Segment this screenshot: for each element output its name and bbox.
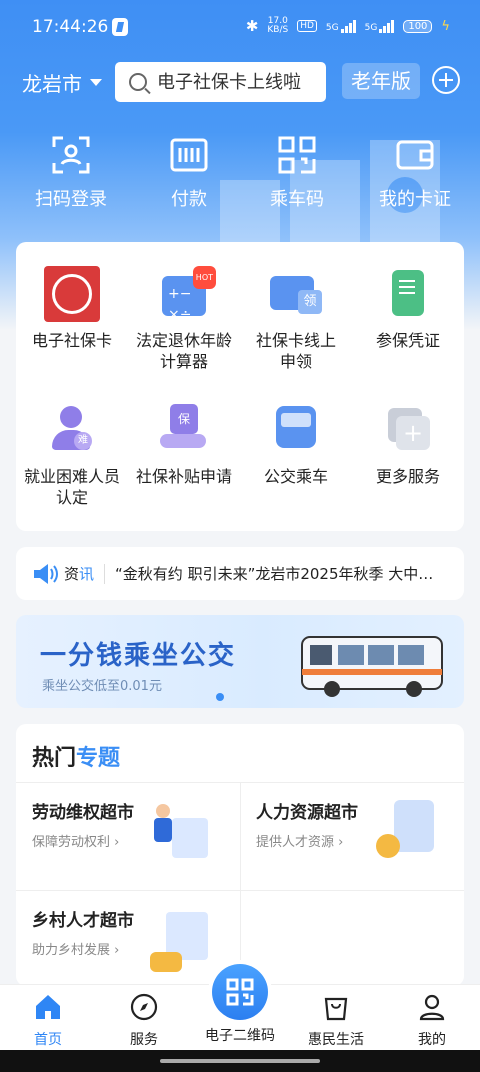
tab-services[interactable]: 服务	[96, 985, 192, 1051]
hand-card-icon: 保	[156, 402, 212, 458]
news-tag: 资讯	[64, 565, 95, 583]
topic-subtitle: 提供人才资源 ›	[256, 835, 344, 850]
service-label: 就业困难人员认定	[24, 467, 121, 507]
hd-voice-icon: HD	[297, 20, 317, 32]
service-label: 电子社保卡	[31, 331, 112, 350]
service-insurance-certificate[interactable]: 参保凭证	[352, 266, 464, 351]
compass-icon	[130, 993, 158, 1021]
topic-rural-talent[interactable]: 乡村人才超市 助力乡村发展 ›	[16, 890, 240, 986]
payment-icon	[170, 138, 208, 172]
rural-illustration-icon	[150, 908, 212, 976]
divider	[104, 563, 106, 584]
topic-labor-rights[interactable]: 劳动维权超市 保障劳动权利 ›	[16, 782, 240, 890]
charging-icon: ϟ	[441, 18, 450, 34]
hot-badge: HOT	[192, 266, 216, 289]
battery-icon: 100	[403, 19, 433, 33]
wallet-icon	[396, 140, 434, 170]
status-time: 17:44:26	[32, 17, 109, 37]
calculator-icon: +− ×÷ HOT	[156, 266, 216, 323]
notification-app-icon	[112, 18, 128, 36]
service-label: 社保补贴申请	[135, 467, 232, 486]
qr-scan-icon	[226, 978, 254, 1006]
services-card: 电子社保卡 +− ×÷ HOT 法定退休年龄计算器 领 社保卡线上申领 参保凭证 …	[16, 242, 464, 531]
search-box[interactable]	[115, 62, 326, 102]
service-label: 法定退休年龄计算器	[135, 331, 232, 371]
person-difficulty-icon: 难	[44, 402, 100, 458]
elder-mode-button[interactable]: 老年版	[342, 63, 420, 99]
certificate-icon	[380, 266, 436, 322]
top-bar: 龙岩市 老年版	[0, 62, 480, 102]
city-label: 龙岩市	[22, 72, 82, 96]
quick-label: 付款	[171, 189, 207, 210]
topic-subtitle: 保障劳动权利 ›	[32, 835, 120, 850]
service-label: 公交乘车	[263, 467, 328, 486]
news-ticker[interactable]: 资讯 “金秋有约 职引未来”龙岩市2025年秋季 大中…	[16, 547, 464, 600]
banner-subtitle: 乘坐公交低至0.01元	[42, 679, 162, 694]
topic-subtitle: 助力乡村发展 ›	[32, 943, 120, 958]
tab-home[interactable]: 首页	[0, 985, 96, 1051]
home-icon	[36, 995, 60, 1019]
bus-icon	[268, 402, 324, 458]
news-headline[interactable]: “金秋有约 职引未来”龙岩市2025年秋季 大中…	[115, 563, 445, 584]
tab-label: 首页	[34, 1032, 62, 1048]
scan-login-icon	[52, 136, 90, 174]
signal-icon-1: 5G	[326, 19, 356, 33]
service-subsidy-apply[interactable]: 保 社保补贴申请	[128, 402, 240, 487]
network-speed: 17.0 KB/S	[267, 16, 289, 35]
tab-mine[interactable]: 我的	[384, 985, 480, 1051]
quick-label: 乘车码	[270, 189, 324, 210]
more-services-icon: +	[380, 402, 436, 458]
tab-label: 我的	[418, 1032, 446, 1048]
quick-scan-login[interactable]: 扫码登录	[16, 135, 126, 211]
hr-illustration-icon	[374, 800, 436, 868]
quick-my-cards[interactable]: 我的卡证	[360, 135, 470, 211]
city-selector[interactable]: 龙岩市	[22, 68, 102, 97]
service-label: 参保凭证	[375, 331, 440, 350]
dropdown-arrow-icon	[90, 79, 102, 86]
quick-payment[interactable]: 付款	[134, 135, 244, 211]
tab-label: 服务	[130, 1032, 158, 1048]
quick-ride-code[interactable]: 乘车码	[242, 135, 352, 211]
service-bus-ride[interactable]: 公交乘车	[240, 402, 352, 487]
quick-label: 我的卡证	[379, 189, 451, 210]
tab-life[interactable]: 惠民生活	[288, 985, 384, 1051]
service-label: 社保卡线上申领	[255, 331, 336, 371]
social-security-logo-icon	[44, 266, 100, 322]
hot-topics-card: 热门专题 劳动维权超市 保障劳动权利 › 人力资源超市 提供人才资源 › 乡村人…	[16, 724, 464, 986]
search-input[interactable]	[157, 71, 317, 93]
banner-title: 一分钱乘坐公交	[40, 641, 237, 671]
bluetooth-icon: ✱	[245, 17, 259, 35]
service-e-social-card[interactable]: 电子社保卡	[16, 266, 128, 351]
system-navigation-bar	[0, 1050, 480, 1072]
status-bar: 17:44:26 ✱ 17.0 KB/S HD 5G 5G 100 ϟ	[0, 0, 480, 56]
add-icon[interactable]	[432, 66, 460, 94]
user-icon	[419, 994, 445, 1021]
labor-illustration-icon	[150, 800, 212, 868]
service-more[interactable]: + 更多服务	[352, 402, 464, 487]
topic-title: 乡村人才超市	[32, 911, 134, 931]
qr-code-button[interactable]	[212, 964, 268, 1020]
topic-title: 劳动维权超市	[32, 803, 134, 823]
signal-icon-2: 5G	[365, 19, 395, 33]
carousel-indicator[interactable]	[216, 693, 224, 701]
bus-illustration	[301, 636, 443, 697]
topic-title: 人力资源超市	[256, 803, 358, 823]
id-card-apply-icon: 领	[268, 266, 324, 322]
shopping-bag-icon	[324, 997, 348, 1021]
service-card-online-apply[interactable]: 领 社保卡线上申领	[240, 266, 352, 372]
tab-label: 电子二维码	[205, 1028, 275, 1044]
quick-label: 扫码登录	[35, 189, 107, 210]
speaker-icon	[34, 563, 58, 584]
promo-banner[interactable]: 一分钱乘坐公交 乘坐公交低至0.01元	[16, 615, 464, 708]
tab-label: 惠民生活	[308, 1032, 364, 1048]
section-title: 热门专题	[32, 746, 121, 771]
topic-hr-market[interactable]: 人力资源超市 提供人才资源 ›	[240, 782, 464, 890]
home-indicator[interactable]	[160, 1059, 320, 1063]
service-employment-difficulty[interactable]: 难 就业困难人员认定	[16, 402, 128, 508]
qr-code-icon	[278, 136, 316, 174]
service-retirement-calculator[interactable]: +− ×÷ HOT 法定退休年龄计算器	[128, 266, 240, 372]
search-icon	[129, 73, 147, 91]
service-label: 更多服务	[375, 467, 440, 486]
